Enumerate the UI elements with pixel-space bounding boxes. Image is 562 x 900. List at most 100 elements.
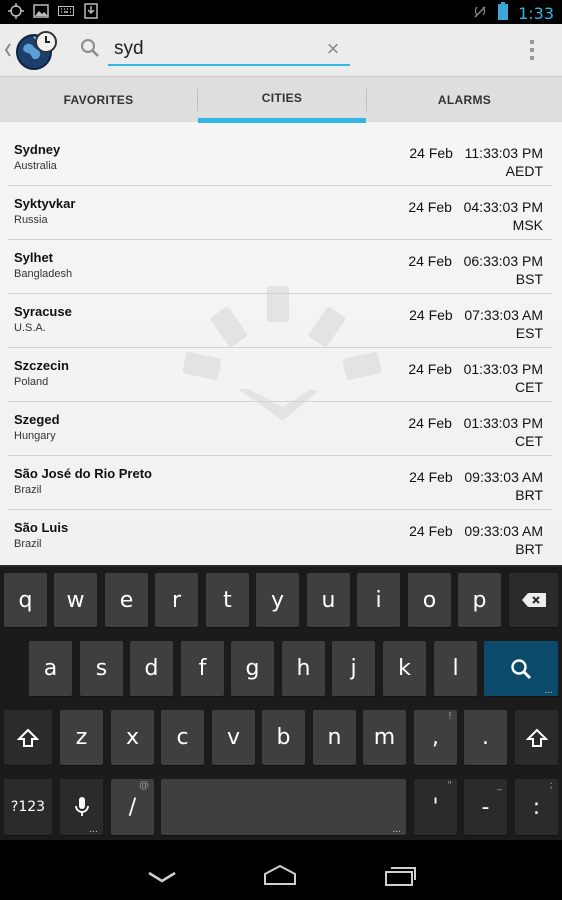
city-date: 24 Feb <box>408 415 452 431</box>
key-dash-label: - <box>481 794 490 820</box>
key-u[interactable]: u <box>307 573 350 627</box>
key-period[interactable]: . <box>464 710 507 765</box>
backspace-key[interactable] <box>509 573 558 627</box>
key-c[interactable]: c <box>161 710 204 765</box>
key-apostrophe[interactable]: ' " <box>414 779 457 835</box>
key-o[interactable]: o <box>408 573 451 627</box>
close-icon[interactable]: × <box>322 38 344 60</box>
search-key-icon <box>511 658 532 679</box>
key-colon-label: : <box>532 794 541 820</box>
list-item[interactable]: São Luis Brazil 24 Feb 09:33:03 AM BRT <box>0 510 562 564</box>
overflow-menu-icon[interactable] <box>522 38 542 62</box>
list-item[interactable]: Szeged Hungary 24 Feb 01:33:03 PM CET <box>0 402 562 456</box>
key-slash-hint: @ <box>139 780 149 791</box>
key-period-label: . <box>482 725 489 750</box>
battery-icon <box>498 2 509 25</box>
recents-icon[interactable] <box>384 864 418 891</box>
key-f[interactable]: f <box>181 641 224 696</box>
tab-favorites[interactable]: FAVORITES <box>0 77 197 123</box>
city-country: Poland <box>14 376 49 388</box>
list-item[interactable]: Syktyvkar Russia 24 Feb 04:33:03 PM MSK <box>0 186 562 240</box>
city-timezone: CET <box>515 379 543 395</box>
key-t[interactable]: t <box>206 573 249 627</box>
key-dash[interactable]: - _ <box>464 779 507 835</box>
city-time: 07:33:03 AM <box>464 307 543 323</box>
search-input[interactable] <box>108 34 350 66</box>
shift-key-right[interactable] <box>515 710 558 765</box>
list-item[interactable]: Sydney Australia 24 Feb 11:33:03 PM AEDT <box>0 132 562 186</box>
key-y[interactable]: y <box>256 573 299 627</box>
key-k[interactable]: k <box>383 641 426 696</box>
city-timezone: BRT <box>515 487 543 503</box>
city-date: 24 Feb <box>408 199 452 215</box>
signal-off-icon <box>472 3 488 24</box>
key-p[interactable]: p <box>458 573 501 627</box>
download-icon <box>83 3 99 19</box>
city-country: Bangladesh <box>14 268 73 280</box>
search-icon <box>80 38 100 63</box>
city-datetime: 24 Feb 01:33:03 PM <box>408 415 543 431</box>
key-comma-hint: ! <box>447 711 452 722</box>
key-r[interactable]: r <box>155 573 198 627</box>
key-b[interactable]: b <box>262 710 305 765</box>
key-s[interactable]: s <box>80 641 123 696</box>
navigation-bar <box>0 840 562 900</box>
tab-alarms[interactable]: ALARMS <box>367 77 562 123</box>
key-d[interactable]: d <box>130 641 173 696</box>
city-timezone: MSK <box>512 217 543 233</box>
key-n[interactable]: n <box>313 710 356 765</box>
key-h[interactable]: h <box>282 641 325 696</box>
key-z[interactable]: z <box>60 710 103 765</box>
key-j[interactable]: j <box>332 641 375 696</box>
city-datetime: 24 Feb 07:33:03 AM <box>409 307 543 323</box>
key-colon-hint: ; <box>549 780 553 791</box>
city-country: Russia <box>14 214 48 226</box>
world-clock-icon[interactable] <box>4 30 60 70</box>
app-window: × FAVORITES CITIES ALARMS Sydney Austral… <box>0 24 562 565</box>
gps-icon <box>8 3 24 19</box>
home-icon[interactable] <box>262 864 298 891</box>
city-country: U.S.A. <box>14 322 46 334</box>
key-m[interactable]: m <box>363 710 406 765</box>
key-slash[interactable]: / @ <box>111 779 154 835</box>
space-bar[interactable]: ... <box>161 779 406 835</box>
symbols-key[interactable]: ?123 <box>4 779 52 835</box>
key-x[interactable]: x <box>111 710 154 765</box>
tab-bar: FAVORITES CITIES ALARMS <box>0 76 562 123</box>
key-colon[interactable]: : ; <box>515 779 558 835</box>
tab-cities[interactable]: CITIES <box>198 77 366 123</box>
microphone-icon <box>74 797 89 816</box>
key-w[interactable]: w <box>54 573 97 627</box>
city-timezone: CET <box>515 433 543 449</box>
city-name: Szeged <box>14 412 60 427</box>
key-apostrophe-hint: " <box>447 780 452 791</box>
back-icon[interactable] <box>146 870 178 889</box>
search-key[interactable]: ... <box>484 641 558 696</box>
list-item[interactable]: Szczecin Poland 24 Feb 01:33:03 PM CET <box>0 348 562 402</box>
city-name: São Luis <box>14 520 69 535</box>
list-item[interactable]: São José do Rio Preto Brazil 24 Feb 09:3… <box>0 456 562 510</box>
key-v[interactable]: v <box>212 710 255 765</box>
list-item[interactable]: Sylhet Bangladesh 24 Feb 06:33:03 PM BST <box>0 240 562 294</box>
city-timezone: AEDT <box>505 163 543 179</box>
image-icon <box>33 3 49 19</box>
key-comma[interactable]: , ! <box>414 710 457 765</box>
city-datetime: 24 Feb 09:33:03 AM <box>409 523 543 539</box>
city-time: 01:33:03 PM <box>463 361 543 377</box>
city-name: Syracuse <box>14 304 72 319</box>
city-name: Szczecin <box>14 358 69 373</box>
key-g[interactable]: g <box>231 641 274 696</box>
key-i[interactable]: i <box>357 573 400 627</box>
key-q[interactable]: q <box>4 573 47 627</box>
list-item[interactable]: Syracuse U.S.A. 24 Feb 07:33:03 AM EST <box>0 294 562 348</box>
city-datetime: 24 Feb 06:33:03 PM <box>408 253 543 269</box>
key-l[interactable]: l <box>434 641 477 696</box>
city-name: Sylhet <box>14 250 54 265</box>
key-a[interactable]: a <box>29 641 72 696</box>
microphone-key[interactable]: ... <box>60 779 103 835</box>
city-name: Syktyvkar <box>14 196 76 211</box>
key-e[interactable]: e <box>105 573 148 627</box>
shift-key[interactable] <box>4 710 52 765</box>
key-comma-label: , <box>432 725 439 750</box>
key-dash-hint: _ <box>497 780 502 791</box>
